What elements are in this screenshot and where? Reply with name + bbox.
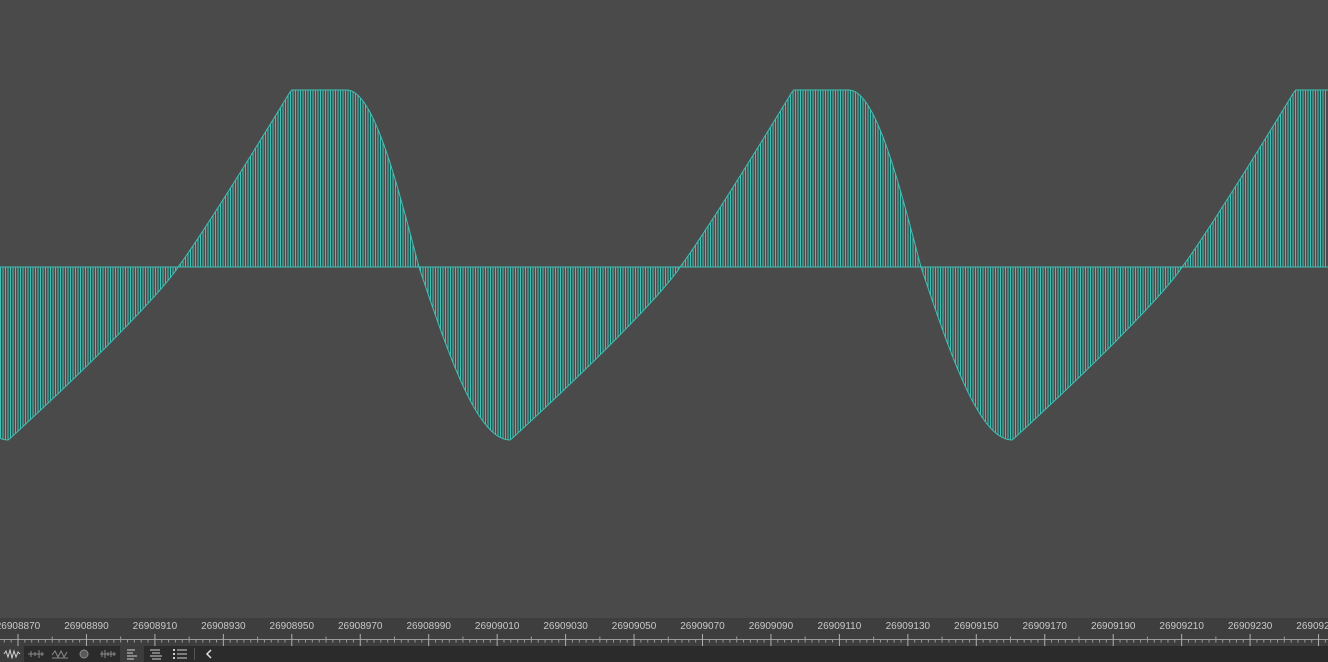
spectral-view-icon xyxy=(28,650,44,658)
ruler-canvas: 26908870 26908890 26908910 26908930 26908950… xyxy=(0,621,1328,646)
samples-view-icon xyxy=(100,650,116,658)
align-left-icon xyxy=(127,649,137,660)
waveform-overlay-icon xyxy=(51,649,68,659)
ruler-label: 26909050 xyxy=(612,621,657,632)
toolbar-separator xyxy=(194,648,195,660)
ruler-label: 26909230 xyxy=(1228,621,1273,632)
ruler-label: 26908970 xyxy=(338,621,383,632)
waveform-display[interactable] xyxy=(0,0,1328,618)
ruler-label: 26908910 xyxy=(133,621,178,632)
waveform-samples xyxy=(0,90,1326,440)
ruler-label: 26909010 xyxy=(475,621,520,632)
ruler-label: 26908870 xyxy=(0,621,41,632)
ruler-label: 26909250 xyxy=(1296,621,1328,632)
ruler-label: 26909170 xyxy=(1023,621,1068,632)
bottom-toolbar xyxy=(0,646,1328,662)
ruler-label: 26909030 xyxy=(543,621,588,632)
ruler-label: 26909110 xyxy=(818,621,862,632)
ruler-label: 26908930 xyxy=(201,621,246,632)
ruler-label: 26909210 xyxy=(1159,621,1204,632)
waveform-canvas[interactable] xyxy=(0,0,1328,618)
samples-view-button[interactable] xyxy=(96,646,120,662)
collapse-left-icon xyxy=(205,649,212,659)
collapse-left-button[interactable] xyxy=(197,646,221,662)
circle-button[interactable] xyxy=(72,646,96,662)
ruler-label: 26909130 xyxy=(886,621,931,632)
ruler-label: 26909150 xyxy=(954,621,999,632)
align-list-icon xyxy=(150,649,162,660)
waveform-view-button[interactable] xyxy=(0,646,24,662)
waveform-overlay-button[interactable] xyxy=(48,646,72,662)
ruler-label: 26909090 xyxy=(749,621,794,632)
align-left-button[interactable] xyxy=(120,646,144,662)
ruler-label: 26908950 xyxy=(270,621,315,632)
align-list-button[interactable] xyxy=(144,646,168,662)
ruler-label: 26909190 xyxy=(1091,621,1136,632)
list-options-button[interactable] xyxy=(168,646,192,662)
waveform-view-icon xyxy=(3,649,21,659)
list-options-icon xyxy=(173,649,187,659)
circle-icon xyxy=(79,649,89,659)
time-ruler[interactable]: 26908870 26908890 26908910 26908930 26908950… xyxy=(0,618,1328,646)
waveform-envelope xyxy=(0,89,1328,441)
ruler-label: 26908990 xyxy=(406,621,451,632)
ruler-label: 26908890 xyxy=(64,621,109,632)
spectral-view-button[interactable] xyxy=(24,646,48,662)
ruler-label: 26909070 xyxy=(680,621,725,632)
